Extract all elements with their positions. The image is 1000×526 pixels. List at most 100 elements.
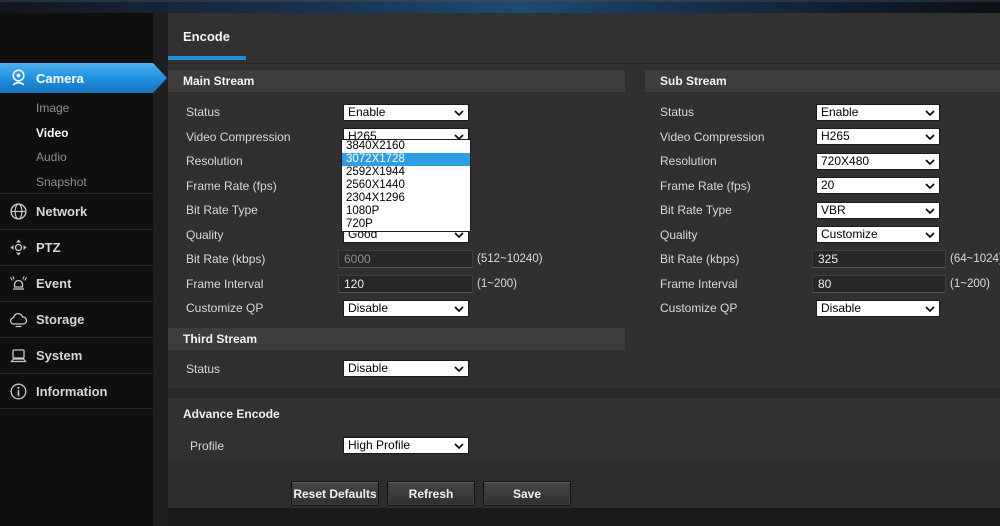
select-value: Enable bbox=[821, 105, 858, 120]
select-value: VBR bbox=[821, 203, 846, 218]
field-label: Status bbox=[186, 104, 220, 120]
chevron-down-icon bbox=[454, 443, 464, 449]
range-hint: (512~10240) bbox=[477, 251, 543, 267]
event-icon bbox=[9, 274, 28, 293]
sidebar-item-label: Event bbox=[36, 276, 71, 291]
main-customize-qp-select[interactable]: Disable bbox=[343, 300, 469, 317]
sub-quality-select[interactable]: Customize bbox=[816, 226, 940, 243]
main-bitrate-input[interactable] bbox=[338, 250, 473, 268]
range-hint: (1~200) bbox=[950, 276, 990, 292]
sub-customize-qp-select[interactable]: Disable bbox=[816, 300, 940, 317]
dropdown-option[interactable]: 2592X1944 bbox=[342, 166, 470, 179]
chevron-down-icon bbox=[925, 232, 935, 238]
field-label: Quality bbox=[660, 227, 697, 243]
main-stream-header: Main Stream bbox=[168, 70, 625, 92]
dropdown-option[interactable]: 720P bbox=[342, 218, 470, 231]
sidebar-item-ptz[interactable]: PTZ bbox=[0, 229, 153, 265]
sub-bitrate-input[interactable] bbox=[812, 250, 946, 268]
main-status-select[interactable]: Enable bbox=[343, 104, 469, 121]
sidebar-item-label: Information bbox=[36, 384, 108, 399]
dropdown-option[interactable]: 2560X1440 bbox=[342, 179, 470, 192]
sidebar-item-network[interactable]: Network bbox=[0, 193, 153, 229]
select-value: Disable bbox=[348, 301, 388, 316]
chevron-down-icon bbox=[454, 366, 464, 372]
sidebar-item-label: System bbox=[36, 348, 82, 363]
info-icon bbox=[9, 382, 28, 401]
app-window: Camera Image Video Audio Snapshot Networ… bbox=[0, 0, 1000, 526]
third-stream-header: Third Stream bbox=[168, 328, 625, 350]
action-buttons: Reset Defaults Refresh Save bbox=[168, 481, 1000, 506]
select-value: Enable bbox=[348, 105, 385, 120]
panel-divider bbox=[168, 388, 1000, 398]
dropdown-option[interactable]: 1080P bbox=[342, 205, 470, 218]
sidebar-item-event[interactable]: Event bbox=[0, 265, 153, 301]
sub-bitratetype-select[interactable]: VBR bbox=[816, 202, 940, 219]
top-titlebar bbox=[0, 0, 1000, 13]
ptz-icon bbox=[9, 238, 28, 257]
camera-icon bbox=[9, 68, 28, 87]
sub-video-compression-select[interactable]: H265 bbox=[816, 128, 940, 145]
refresh-button[interactable]: Refresh bbox=[387, 481, 475, 506]
sidebar-item-storage[interactable]: Storage bbox=[0, 301, 153, 337]
section-title: Sub Stream bbox=[660, 74, 727, 88]
dropdown-option[interactable]: 3840X2160 bbox=[342, 140, 470, 153]
field-label: Bit Rate (kbps) bbox=[186, 251, 265, 267]
sidebar-item-information[interactable]: Information bbox=[0, 373, 153, 409]
bottom-band bbox=[168, 508, 1000, 526]
sub-framerate-select[interactable]: 20 bbox=[816, 177, 940, 194]
field-label: Bit Rate Type bbox=[660, 202, 732, 218]
resolution-dropdown-list: 3840X2160 3072X1728 2592X1944 2560X1440 … bbox=[341, 139, 471, 232]
field-label: Resolution bbox=[186, 153, 243, 169]
sidebar-item-audio[interactable]: Audio bbox=[0, 145, 153, 170]
sidebar-item-label: Storage bbox=[36, 312, 84, 327]
sidebar-item-camera[interactable]: Camera bbox=[0, 63, 167, 93]
save-button[interactable]: Save bbox=[483, 481, 571, 506]
field-label: Customize QP bbox=[660, 300, 737, 316]
sub-frame-interval-input[interactable] bbox=[812, 275, 946, 293]
sub-status-select[interactable]: Enable bbox=[816, 104, 940, 121]
tab-bar: Encode bbox=[168, 13, 1000, 63]
field-label: Bit Rate Type bbox=[186, 202, 258, 218]
field-label: Status bbox=[660, 104, 694, 120]
field-label: Frame Interval bbox=[660, 276, 737, 292]
content-area: Encode Main Stream Sub Stream Third Stre… bbox=[168, 13, 1000, 526]
select-value: Disable bbox=[821, 301, 861, 316]
main-frame-interval-input[interactable] bbox=[338, 275, 473, 293]
field-label: Frame Rate (fps) bbox=[660, 178, 751, 194]
network-icon bbox=[9, 202, 28, 221]
reset-defaults-button[interactable]: Reset Defaults bbox=[291, 481, 379, 506]
sidebar-item-label: PTZ bbox=[36, 240, 61, 255]
section-title: Third Stream bbox=[183, 332, 257, 346]
sidebar-item-label: Snapshot bbox=[36, 175, 87, 189]
section-title: Main Stream bbox=[183, 74, 254, 88]
advance-encode-panel bbox=[168, 398, 1000, 460]
sidebar-item-snapshot[interactable]: Snapshot bbox=[0, 170, 153, 195]
profile-select[interactable]: High Profile bbox=[343, 437, 469, 454]
dropdown-option[interactable]: 2304X1296 bbox=[342, 192, 470, 205]
select-value: Customize bbox=[821, 227, 878, 242]
field-label: Quality bbox=[186, 227, 223, 243]
sidebar-item-label: Network bbox=[36, 204, 87, 219]
field-label: Profile bbox=[190, 438, 224, 454]
field-label: Status bbox=[186, 361, 220, 377]
select-value: Disable bbox=[348, 361, 388, 376]
sub-stream-header: Sub Stream bbox=[645, 70, 1000, 92]
sidebar-item-video[interactable]: Video bbox=[0, 121, 153, 146]
sub-resolution-select[interactable]: 720X480 bbox=[816, 153, 940, 170]
sidebar-item-label: Camera bbox=[36, 71, 84, 86]
field-label: Frame Interval bbox=[186, 276, 263, 292]
chevron-down-icon bbox=[454, 110, 464, 116]
sidebar-item-label: Video bbox=[36, 126, 68, 140]
range-hint: (1~200) bbox=[477, 276, 517, 292]
dropdown-option[interactable]: 3072X1728 bbox=[342, 153, 470, 166]
tab-encode[interactable]: Encode bbox=[183, 29, 230, 44]
field-label: Bit Rate (kbps) bbox=[660, 251, 739, 267]
camera-submenu: Image Video Audio Snapshot bbox=[0, 96, 153, 194]
third-status-select[interactable]: Disable bbox=[343, 360, 469, 377]
field-label: Resolution bbox=[660, 153, 717, 169]
chevron-down-icon bbox=[925, 183, 935, 189]
sidebar-item-label: Audio bbox=[36, 150, 67, 164]
sidebar-item-system[interactable]: System bbox=[0, 337, 153, 373]
field-label: Video Compression bbox=[186, 129, 291, 145]
sidebar-item-image[interactable]: Image bbox=[0, 96, 153, 121]
